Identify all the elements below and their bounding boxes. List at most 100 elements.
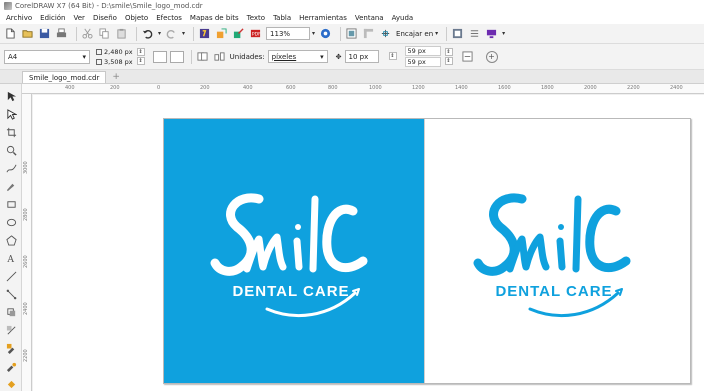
show-rulers-icon[interactable] xyxy=(362,27,375,40)
application-launcher-icon[interactable] xyxy=(468,27,481,40)
menu-tabla[interactable]: Tabla xyxy=(273,14,291,22)
export-icon[interactable] xyxy=(232,27,245,40)
artistic-media-tool-icon[interactable] xyxy=(5,180,17,192)
text-tool-icon[interactable]: A xyxy=(5,252,17,264)
horizontal-ruler[interactable]: 400 200 0 200 400 600 800 1000 1200 1400… xyxy=(22,84,704,94)
menu-objeto[interactable]: Objeto xyxy=(125,14,148,22)
menu-herramientas[interactable]: Herramientas xyxy=(299,14,347,22)
menu-ventana[interactable]: Ventana xyxy=(355,14,384,22)
document-tab-bar: Smile_logo_mod.cdr + xyxy=(0,70,704,84)
smile-logo-blue[interactable]: DENTAL CARE xyxy=(470,177,644,327)
interactive-fill-tool-icon[interactable] xyxy=(5,360,17,372)
page-size-select[interactable]: A4 ▾ xyxy=(4,49,90,64)
publish-pdf-icon[interactable]: PDF xyxy=(249,27,262,40)
smile-logo-blue-artwork: DENTAL CARE xyxy=(473,193,631,318)
import-icon[interactable] xyxy=(215,27,228,40)
color-eyedropper-tool-icon[interactable] xyxy=(5,342,17,354)
vertical-ruler[interactable]: 3000 2800 2600 2400 2200 xyxy=(22,94,32,391)
smart-fill-tool-icon[interactable] xyxy=(5,378,17,390)
portrait-orientation-icon[interactable] xyxy=(152,50,167,63)
ruler-tick: 400 xyxy=(243,85,253,91)
rectangle-tool-icon[interactable] xyxy=(5,198,17,210)
nudge-distance-input[interactable]: 10 px xyxy=(344,50,379,63)
treat-as-filled-icon[interactable] xyxy=(461,50,474,63)
copy-icon[interactable] xyxy=(98,27,111,40)
pick-tool-icon[interactable] xyxy=(5,90,17,102)
menu-texto[interactable]: Texto xyxy=(247,14,265,22)
full-screen-preview-icon[interactable] xyxy=(345,27,358,40)
snap-to-icon[interactable] xyxy=(379,27,392,40)
smile-logo-white[interactable]: DENTAL CARE xyxy=(207,177,381,327)
print-icon[interactable] xyxy=(55,27,68,40)
menu-mapas-de-bits[interactable]: Mapas de bits xyxy=(190,14,239,22)
drop-shadow-tool-icon[interactable] xyxy=(5,306,17,318)
ruler-tick: 400 xyxy=(65,85,75,91)
nudge-spinner-icon[interactable]: ⇕ xyxy=(388,52,397,60)
landscape-orientation-icon[interactable] xyxy=(169,50,184,63)
undo-dropdown-icon[interactable]: ▾ xyxy=(158,30,161,37)
polygon-tool-icon[interactable] xyxy=(5,234,17,246)
search-content-icon[interactable] xyxy=(198,27,211,40)
freehand-tool-icon[interactable] xyxy=(5,162,17,174)
quick-customize-dropdown-icon[interactable]: ▾ xyxy=(502,30,505,37)
quick-customize-icon[interactable] xyxy=(485,27,498,40)
width-spinner-icon[interactable]: ⇕ xyxy=(136,47,145,56)
menu-diseno[interactable]: Diseño xyxy=(93,14,117,22)
menu-ver[interactable]: Ver xyxy=(74,14,85,22)
fit-to-dropdown-icon[interactable]: ▾ xyxy=(435,30,438,37)
duplicate-y-spinner-icon[interactable]: ⇕ xyxy=(444,56,453,65)
transparency-tool-icon[interactable] xyxy=(5,324,17,336)
ruler-tick: 2200 xyxy=(23,349,29,362)
ruler-tick: 600 xyxy=(286,85,296,91)
document-tab[interactable]: Smile_logo_mod.cdr xyxy=(22,71,107,83)
duplicate-spinners: ⇕ ⇕ xyxy=(444,47,453,66)
connector-tool-icon[interactable] xyxy=(5,288,17,300)
height-spinner-icon[interactable]: ⇕ xyxy=(136,56,145,65)
toolbar-separator xyxy=(136,26,137,41)
shape-tool-icon[interactable] xyxy=(5,108,17,120)
property-bar: A4 ▾ 2,480 px 3,508 px ⇕ ⇕ Unidades: píx… xyxy=(0,44,704,70)
toolbar-separator xyxy=(446,26,448,41)
redo-icon[interactable] xyxy=(165,27,178,40)
page-width-row[interactable]: 2,480 px xyxy=(96,47,133,57)
menu-efectos[interactable]: Efectos xyxy=(156,14,182,22)
fit-to-label[interactable]: Encajar en xyxy=(396,30,433,38)
ruler-tick: 800 xyxy=(328,85,338,91)
quick-customize-plus-icon[interactable]: + xyxy=(485,50,498,63)
page-height-value: 3,508 px xyxy=(104,57,133,66)
toolbar-separator xyxy=(340,26,342,41)
menu-edicion[interactable]: Edición xyxy=(40,14,65,22)
cut-icon[interactable] xyxy=(81,27,94,40)
redo-dropdown-icon[interactable]: ▾ xyxy=(182,30,185,37)
duplicate-x-input[interactable]: 59 px xyxy=(404,45,441,56)
zoom-level-input[interactable]: 113% xyxy=(266,27,311,40)
save-icon[interactable] xyxy=(38,27,51,40)
new-document-icon[interactable] xyxy=(4,27,17,40)
duplicate-y-input[interactable]: 59 px xyxy=(404,56,441,67)
menu-archivo[interactable]: Archivo xyxy=(6,14,32,22)
nudge-spinners: ⇕ xyxy=(388,52,397,61)
undo-icon[interactable] xyxy=(141,27,154,40)
width-icon xyxy=(96,48,102,55)
ellipse-tool-icon[interactable] xyxy=(5,216,17,228)
parallel-dimension-tool-icon[interactable] xyxy=(5,270,17,282)
open-folder-icon[interactable] xyxy=(21,27,34,40)
page-dimensions: 2,480 px 3,508 px xyxy=(96,47,133,67)
zoom-dropdown-icon[interactable]: ▾ xyxy=(312,30,315,37)
crop-tool-icon[interactable] xyxy=(5,126,17,138)
paste-icon[interactable] xyxy=(115,27,128,40)
units-select[interactable]: píxeles ▾ xyxy=(267,50,328,63)
corel-connect-icon[interactable] xyxy=(319,27,332,40)
menu-bar: Archivo Edición Ver Diseño Objeto Efecto… xyxy=(0,12,704,24)
new-tab-icon[interactable]: + xyxy=(112,71,120,83)
options-icon[interactable] xyxy=(451,27,464,40)
menu-ayuda[interactable]: Ayuda xyxy=(392,14,414,22)
current-page-icon[interactable] xyxy=(213,50,226,63)
all-pages-icon[interactable] xyxy=(196,50,209,63)
zoom-tool-icon[interactable] xyxy=(5,144,17,156)
ruler-tick: 1400 xyxy=(455,85,468,91)
duplicate-x-spinner-icon[interactable]: ⇕ xyxy=(444,47,453,56)
svg-text:A: A xyxy=(6,254,14,264)
page-height-row[interactable]: 3,508 px xyxy=(96,57,133,67)
units-value: píxeles xyxy=(271,52,297,61)
